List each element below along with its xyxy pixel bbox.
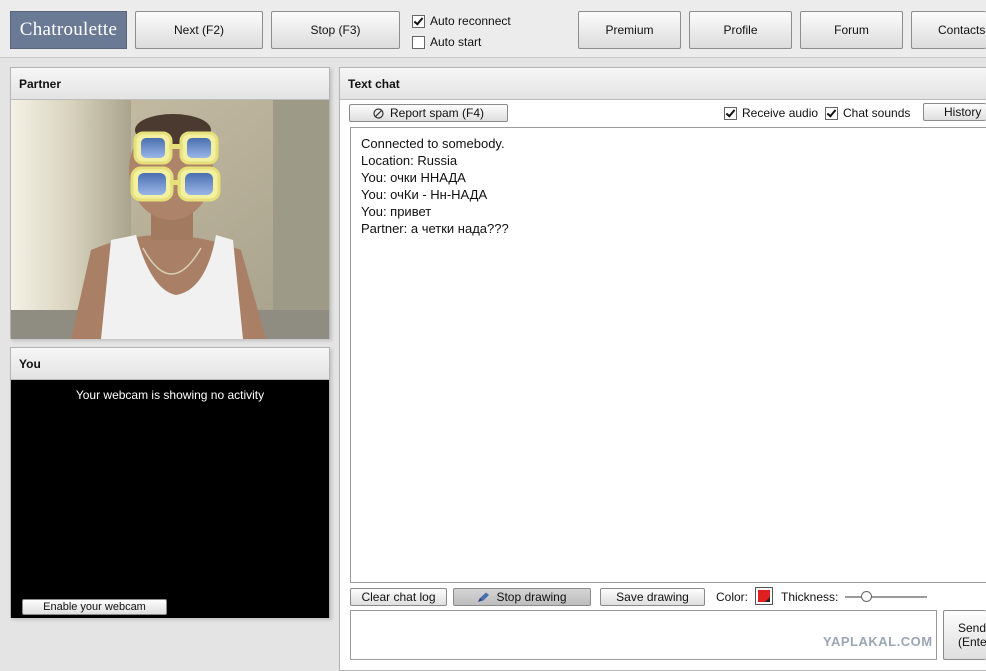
clear-chat-log-button[interactable]: Clear chat log: [350, 588, 447, 606]
chat-line: You: очКи - Нн-НАДА: [361, 187, 488, 202]
auto-reconnect-checkbox[interactable]: [412, 14, 425, 28]
watermark-text: YAPLAKAL.COM: [823, 634, 933, 649]
send-label: Send: [958, 621, 986, 635]
your-webcam-view: Your webcam is showing no activity Enabl…: [11, 380, 329, 618]
next-button[interactable]: Next (F2): [135, 11, 263, 49]
premium-button[interactable]: Premium: [578, 11, 681, 49]
receive-audio-checkbox[interactable]: [724, 106, 737, 120]
history-button[interactable]: History: [923, 103, 986, 121]
color-picker[interactable]: [755, 587, 773, 605]
profile-button[interactable]: Profile: [689, 11, 792, 49]
you-panel: You Your webcam is showing no activity E…: [10, 347, 330, 618]
chat-line: Connected to somebody.: [361, 136, 505, 151]
ban-icon: [373, 107, 384, 119]
forum-button[interactable]: Forum: [800, 11, 903, 49]
text-chat-title: Text chat: [340, 68, 986, 100]
partner-video-frame: [11, 100, 329, 339]
color-swatch-fill: [758, 590, 770, 602]
chat-line: You: очки ННАДА: [361, 170, 466, 185]
chat-sounds-label: Chat sounds: [843, 106, 911, 120]
report-spam-button[interactable]: Report spam (F4): [349, 104, 508, 122]
save-drawing-button[interactable]: Save drawing: [600, 588, 705, 606]
send-button[interactable]: Send (Enter): [943, 610, 986, 660]
contacts-button[interactable]: Contacts: [911, 11, 986, 49]
partner-video: [11, 100, 329, 339]
you-panel-title: You: [11, 348, 329, 380]
auto-start-label: Auto start: [430, 35, 482, 49]
stop-button[interactable]: Stop (F3): [271, 11, 400, 49]
stop-drawing-label: Stop drawing: [496, 590, 567, 604]
thickness-slider-thumb[interactable]: [860, 591, 872, 602]
chat-sounds-checkbox[interactable]: [825, 106, 838, 120]
chat-log[interactable]: Connected to somebody. Location: Russia …: [350, 127, 986, 583]
report-spam-label: Report spam (F4): [389, 106, 485, 120]
enable-webcam-button[interactable]: Enable your webcam: [22, 599, 167, 615]
auto-reconnect-option[interactable]: Auto reconnect: [412, 14, 511, 28]
stop-drawing-button[interactable]: Stop drawing: [453, 588, 591, 606]
chatroulette-logo: Chatroulette: [10, 11, 127, 49]
thickness-slider-track[interactable]: [845, 596, 927, 598]
partner-panel-title: Partner: [11, 68, 329, 100]
color-label: Color:: [716, 590, 749, 604]
chat-line: Partner: а четки нада???: [361, 221, 509, 236]
chat-line: Location: Russia: [361, 153, 458, 168]
webcam-status-text: Your webcam is showing no activity: [75, 388, 265, 402]
auto-reconnect-label: Auto reconnect: [430, 14, 511, 28]
chevron-down-icon: [765, 597, 770, 602]
chat-sounds-option[interactable]: Chat sounds: [825, 106, 910, 120]
send-shortcut-label: (Enter): [958, 635, 986, 649]
receive-audio-option[interactable]: Receive audio: [724, 106, 818, 120]
partner-panel: Partner: [10, 67, 330, 339]
auto-start-checkbox[interactable]: [412, 35, 425, 49]
auto-start-option[interactable]: Auto start: [412, 35, 481, 49]
pencil-icon: [478, 592, 490, 602]
thickness-label: Thickness:: [781, 590, 839, 604]
chat-line: You: привет: [361, 204, 432, 219]
receive-audio-label: Receive audio: [742, 106, 819, 120]
